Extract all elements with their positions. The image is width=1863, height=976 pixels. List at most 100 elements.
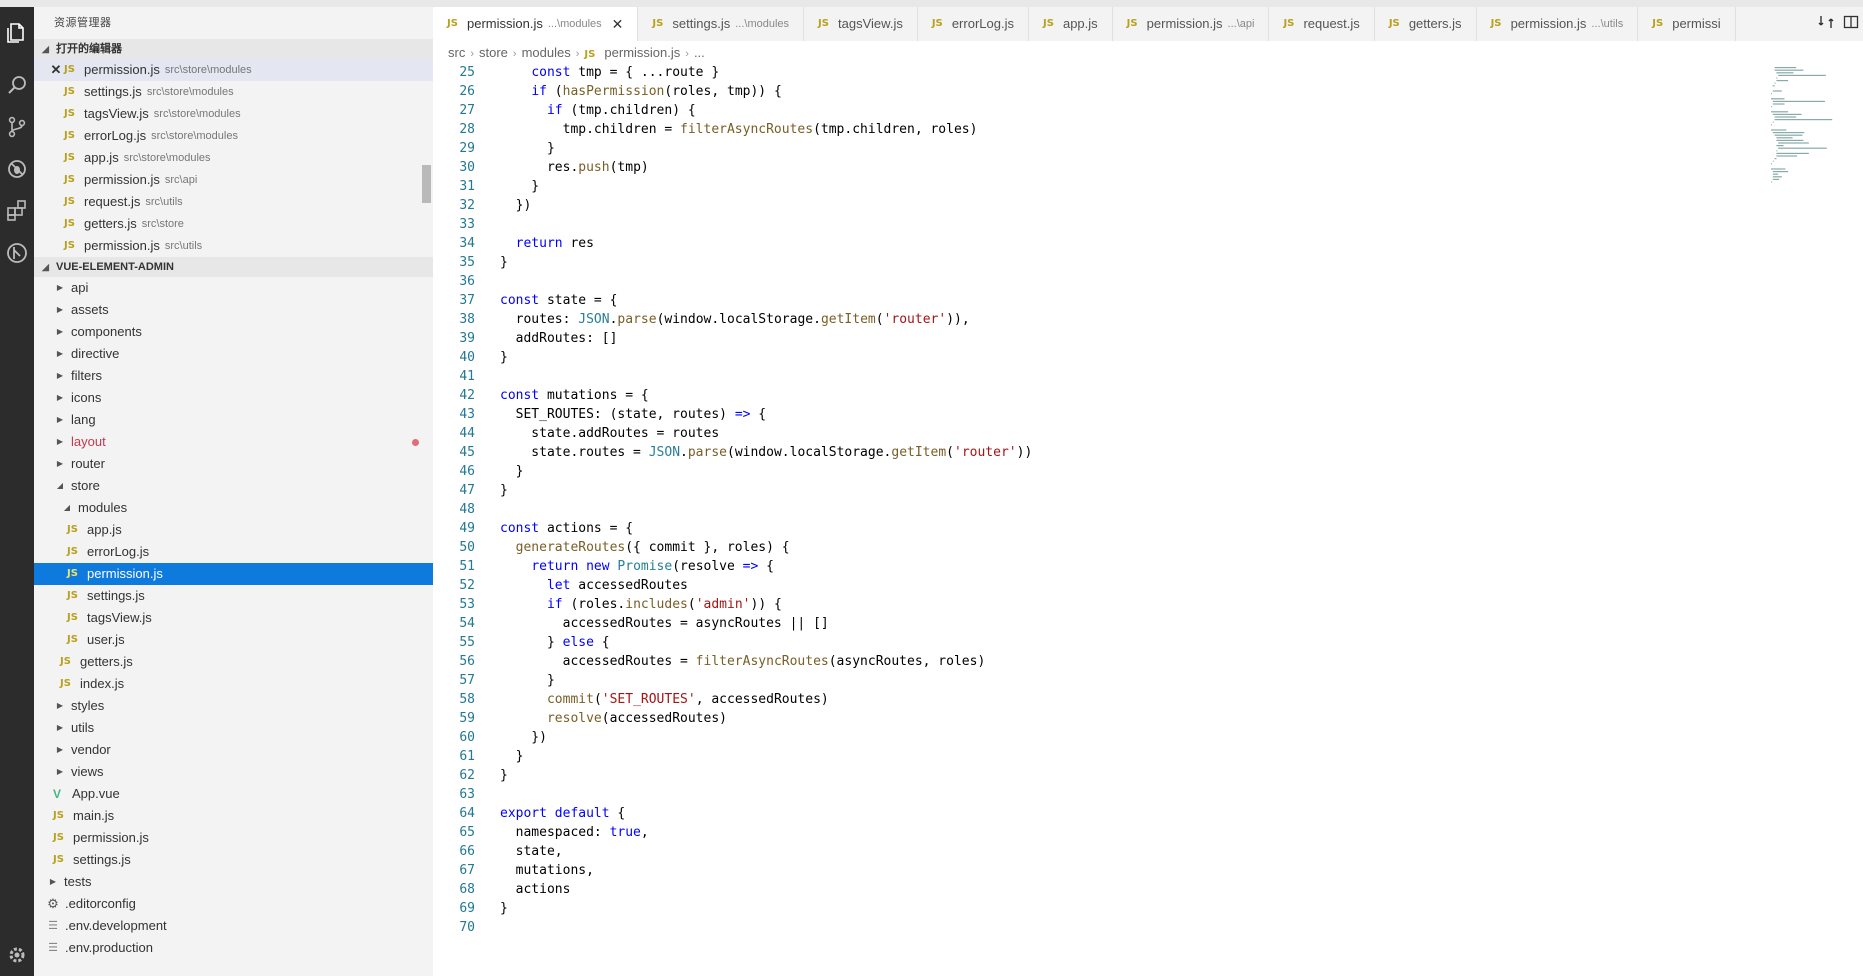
open-editor-item[interactable]: JS getters.js src\store [34, 213, 433, 235]
tree-item[interactable]: JS tagsView.js [34, 607, 433, 629]
code-line[interactable]: 47} [433, 481, 1733, 500]
minimap[interactable] [1763, 63, 1843, 263]
tree-item[interactable]: ⚙ .editorconfig [34, 893, 433, 915]
explorer-icon[interactable] [0, 15, 34, 51]
editor-tab[interactable]: JS app.js [1029, 7, 1113, 41]
open-editor-item[interactable]: JS errorLog.js src\store\modules [34, 125, 433, 147]
tree-item[interactable]: ▶ vendor [34, 739, 433, 761]
code-editor[interactable]: 25 const tmp = { ...route } 26 if (hasPer… [433, 63, 1733, 937]
tree-item[interactable]: JS user.js [34, 629, 433, 651]
editor-tab[interactable]: JS settings.js ...\modules [638, 7, 805, 41]
code-line[interactable]: 67 mutations, [433, 861, 1733, 880]
tree-item[interactable]: ▶ lang [34, 409, 433, 431]
code-line[interactable]: 68 actions [433, 880, 1733, 899]
code-line[interactable]: 43 SET_ROUTES: (state, routes) => { [433, 405, 1733, 424]
tree-item[interactable]: JS settings.js [34, 585, 433, 607]
code-line[interactable]: 70 [433, 918, 1733, 937]
open-editor-item[interactable]: JS tagsView.js src\store\modules [34, 103, 433, 125]
tree-item[interactable]: ☰ .env.development [34, 915, 433, 937]
source-control-icon[interactable] [0, 109, 34, 145]
editor-tab[interactable]: JS permission.js ...\utils [1477, 7, 1639, 41]
code-line[interactable]: 66 state, [433, 842, 1733, 861]
split-editor-icon[interactable] [1843, 14, 1859, 35]
code-line[interactable]: 51 return new Promise(resolve => { [433, 557, 1733, 576]
tree-item[interactable]: ▶ router [34, 453, 433, 475]
code-line[interactable]: 30 res.push(tmp) [433, 158, 1733, 177]
code-line[interactable]: 28 tmp.children = filterAsyncRoutes(tmp.… [433, 120, 1733, 139]
open-editor-item[interactable]: JS permission.js src\api [34, 169, 433, 191]
code-line[interactable]: 27 if (tmp.children) { [433, 101, 1733, 120]
tree-item[interactable]: ▶ api [34, 277, 433, 299]
remote-history-icon[interactable] [0, 235, 34, 271]
tree-item[interactable]: ▶ assets [34, 299, 433, 321]
editor-tab[interactable]: JS permission.js ...\api [1113, 7, 1270, 41]
editor-tab[interactable]: JS permission.js ...\modules ✕ [433, 7, 639, 41]
breadcrumb-item[interactable]: store [479, 45, 508, 60]
tree-item[interactable]: JS errorLog.js [34, 541, 433, 563]
tree-item[interactable]: JS main.js [34, 805, 433, 827]
code-line[interactable]: 44 state.addRoutes = routes [433, 424, 1733, 443]
code-line[interactable]: 48 [433, 500, 1733, 519]
open-editor-item[interactable]: ✕ JS permission.js src\store\modules [34, 59, 433, 81]
breadcrumb-item[interactable]: permission.js [604, 45, 680, 60]
code-line[interactable]: 63 [433, 785, 1733, 804]
breadcrumb-item[interactable]: ... [694, 45, 705, 60]
tree-item[interactable]: ▶ tests [34, 871, 433, 893]
breadcrumb-item[interactable]: src [448, 45, 465, 60]
tree-item[interactable]: ☰ .env.production [34, 937, 433, 959]
code-line[interactable]: 29 } [433, 139, 1733, 158]
code-line[interactable]: 36 [433, 272, 1733, 291]
tree-item[interactable]: JS index.js [34, 673, 433, 695]
tree-item[interactable]: ◢ store [34, 475, 433, 497]
debug-icon[interactable] [0, 151, 34, 187]
code-line[interactable]: 42 const mutations = { [433, 386, 1733, 405]
search-icon[interactable] [0, 67, 34, 103]
code-line[interactable]: 54 accessedRoutes = asyncRoutes || [] [433, 614, 1733, 633]
code-line[interactable]: 65 namespaced: true, [433, 823, 1733, 842]
code-line[interactable]: 60 }) [433, 728, 1733, 747]
tree-item[interactable]: V App.vue [34, 783, 433, 805]
tree-item[interactable]: JS settings.js [34, 849, 433, 871]
code-line[interactable]: 53 if (roles.includes('admin')) { [433, 595, 1733, 614]
compare-changes-icon[interactable] [1818, 14, 1834, 35]
code-line[interactable]: 59 resolve(accessedRoutes) [433, 709, 1733, 728]
tree-item[interactable]: JS permission.js [34, 563, 433, 585]
tree-item[interactable]: ▶ styles [34, 695, 433, 717]
code-line[interactable]: 58 commit('SET_ROUTES', accessedRoutes) [433, 690, 1733, 709]
tree-item[interactable]: JS app.js [34, 519, 433, 541]
code-line[interactable]: 49 const actions = { [433, 519, 1733, 538]
open-editor-item[interactable]: JS settings.js src\store\modules [34, 81, 433, 103]
code-line[interactable]: 61 } [433, 747, 1733, 766]
tree-item[interactable]: ▶ layout [34, 431, 433, 453]
editor-tab[interactable]: JS request.js [1269, 7, 1375, 41]
editor-tab[interactable]: JS errorLog.js [918, 7, 1029, 41]
tree-item[interactable]: JS getters.js [34, 651, 433, 673]
code-line[interactable]: 34 return res [433, 234, 1733, 253]
project-header[interactable]: ◢ VUE-ELEMENT-ADMIN [34, 257, 433, 277]
code-line[interactable]: 33 [433, 215, 1733, 234]
code-line[interactable]: 52 let accessedRoutes [433, 576, 1733, 595]
code-line[interactable]: 46 } [433, 462, 1733, 481]
code-line[interactable]: 40} [433, 348, 1733, 367]
code-line[interactable]: 26 if (hasPermission(roles, tmp)) { [433, 82, 1733, 101]
open-editor-item[interactable]: JS request.js src\utils [34, 191, 433, 213]
code-line[interactable]: 39 addRoutes: [] [433, 329, 1733, 348]
open-editor-item[interactable]: JS permission.js src\utils [34, 235, 433, 257]
extensions-icon[interactable] [0, 193, 34, 229]
sidebar-scrollbar[interactable] [422, 165, 431, 203]
tree-item[interactable]: ▶ components [34, 321, 433, 343]
tree-item[interactable]: ◢ modules [34, 497, 433, 519]
tree-item[interactable]: ▶ views [34, 761, 433, 783]
code-line[interactable]: 50 generateRoutes({ commit }, roles) { [433, 538, 1733, 557]
code-line[interactable]: 45 state.routes = JSON.parse(window.loca… [433, 443, 1733, 462]
code-line[interactable]: 56 accessedRoutes = filterAsyncRoutes(as… [433, 652, 1733, 671]
tree-item[interactable]: ▶ utils [34, 717, 433, 739]
tree-item[interactable]: ▶ icons [34, 387, 433, 409]
close-icon[interactable]: ✕ [48, 59, 64, 81]
code-line[interactable]: 25 const tmp = { ...route } [433, 63, 1733, 82]
editor-tab[interactable]: JS permissi [1638, 7, 1736, 41]
tree-item[interactable]: JS permission.js [34, 827, 433, 849]
code-line[interactable]: 38 routes: JSON.parse(window.localStorag… [433, 310, 1733, 329]
code-line[interactable]: 55 } else { [433, 633, 1733, 652]
code-line[interactable]: 62} [433, 766, 1733, 785]
